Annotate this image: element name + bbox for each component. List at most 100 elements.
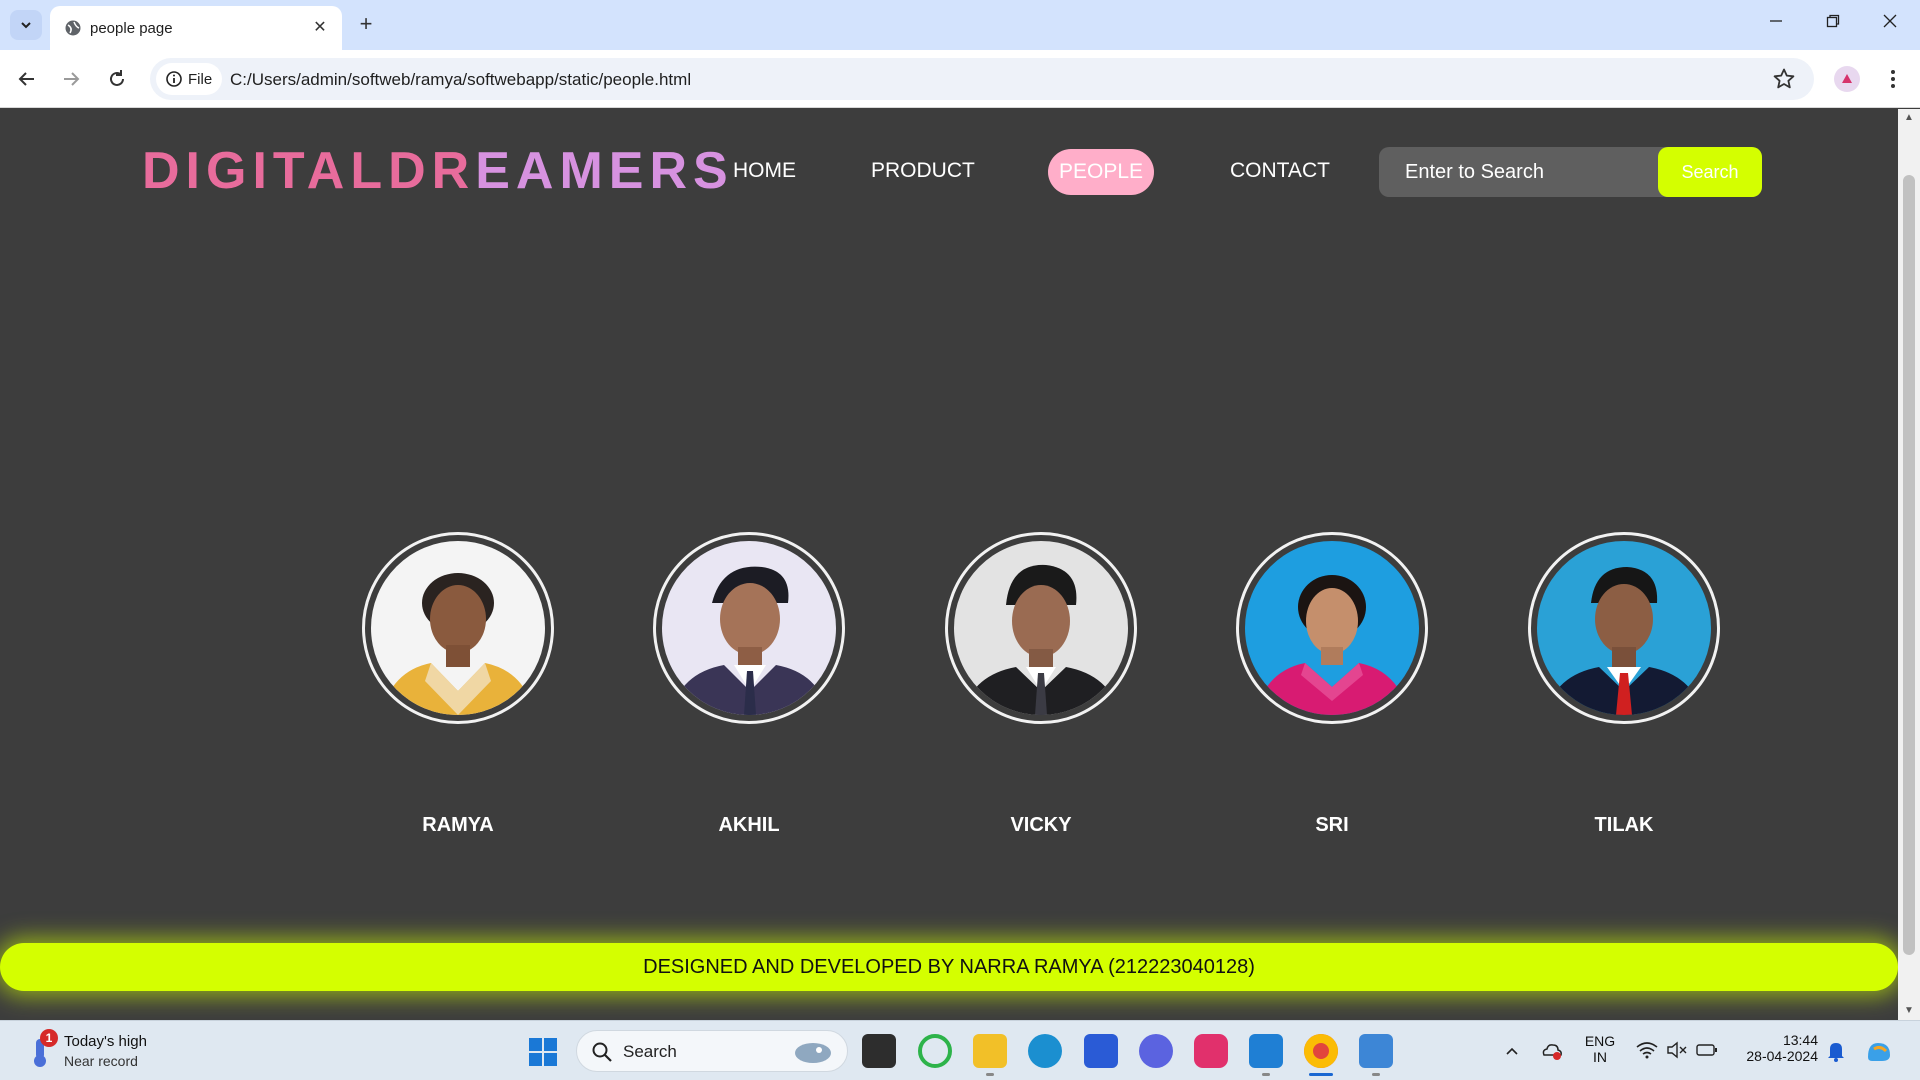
language-line-1: ENG (1584, 1033, 1616, 1049)
avatar-ring (945, 532, 1137, 724)
address-bar[interactable]: File C:/Users/admin/softweb/ramya/softwe… (150, 58, 1814, 100)
avatar (1537, 541, 1711, 715)
site-search: Search (1379, 147, 1762, 197)
scroll-down-arrow[interactable]: ▼ (1898, 1002, 1920, 1020)
browser-toolbar: File C:/Users/admin/softweb/ramya/softwe… (0, 50, 1920, 108)
person-card[interactable]: AKHIL (653, 532, 845, 836)
avatar (954, 541, 1128, 715)
person-card[interactable]: RAMYA (362, 532, 554, 836)
vertical-scrollbar[interactable]: ▲ ▼ (1898, 109, 1920, 1020)
avatar (1245, 541, 1419, 715)
reload-button[interactable] (102, 64, 132, 94)
forward-button[interactable] (56, 64, 86, 94)
task-view-icon[interactable] (862, 1034, 896, 1068)
photos-indicator (1372, 1073, 1380, 1076)
person-name: VICKY (1010, 814, 1072, 836)
clock[interactable]: 13:44 28-04-2024 (1730, 1032, 1818, 1064)
site-logo[interactable]: DIGITALDREAMERS (142, 141, 734, 201)
file-explorer-indicator (986, 1073, 994, 1076)
site-info-chip[interactable]: File (156, 63, 223, 95)
onedrive-error-icon[interactable] (1540, 1041, 1564, 1061)
instagram-icon[interactable] (1194, 1034, 1228, 1068)
back-button[interactable] (12, 64, 42, 94)
close-window-button[interactable] (1870, 8, 1910, 40)
close-icon[interactable]: ✕ (310, 18, 330, 38)
weather-alert-badge: 1 (40, 1029, 58, 1047)
browser-tab[interactable]: people page ✕ (50, 6, 342, 50)
search-icon (592, 1042, 612, 1062)
chevron-up-icon[interactable] (1504, 1043, 1520, 1059)
minimize-icon (1770, 20, 1782, 22)
clock-date: 28-04-2024 (1746, 1048, 1818, 1064)
url-text[interactable]: C:/Users/admin/softweb/ramya/softwebapp/… (230, 70, 691, 90)
search-button[interactable]: Search (1658, 147, 1762, 197)
chevron-down-icon (21, 22, 31, 29)
profile-icon (1842, 74, 1852, 83)
tab-search-button[interactable] (10, 10, 42, 40)
info-icon (166, 71, 182, 87)
file-chip-label: File (188, 70, 213, 88)
restore-button[interactable] (1813, 8, 1853, 40)
new-tab-button[interactable]: + (352, 11, 380, 39)
page-viewport: DIGITALDREAMERS HOME PRODUCT PEOPLE CONT… (0, 109, 1920, 1020)
taskbar-search[interactable]: Search (576, 1030, 848, 1072)
logo-part-eamers: EAMERS (475, 142, 734, 200)
page-footer: DESIGNED AND DEVELOPED BY NARRA RAMYA (2… (0, 943, 1898, 991)
profile-avatar[interactable] (1834, 66, 1860, 92)
tab-title: people page (90, 20, 173, 37)
language-indicator[interactable]: ENG IN (1582, 1033, 1618, 1065)
avatar-ring (1236, 532, 1428, 724)
battery-icon[interactable] (1696, 1042, 1718, 1058)
reload-icon (110, 70, 124, 86)
close-window-icon (1883, 14, 1897, 28)
nav-contact[interactable]: CONTACT (1230, 159, 1330, 183)
scroll-thumb[interactable] (1903, 175, 1915, 955)
avatar-ring (1528, 532, 1720, 724)
bell-icon[interactable] (1826, 1040, 1846, 1062)
scroll-up-arrow[interactable]: ▲ (1898, 109, 1920, 127)
globe-icon (65, 20, 81, 36)
browser-menu-button[interactable] (1880, 64, 1906, 94)
person-name: SRI (1315, 814, 1349, 836)
person-name: AKHIL (718, 814, 780, 836)
arrow-right-icon (64, 72, 80, 86)
nav-product[interactable]: PRODUCT (871, 159, 975, 183)
nav-people[interactable]: PEOPLE (1048, 149, 1154, 195)
vscode-icon[interactable] (1249, 1034, 1283, 1068)
photos-app-icon[interactable] (1359, 1034, 1393, 1068)
windows-start-icon[interactable] (528, 1037, 558, 1067)
search-highlight-icon (795, 1043, 831, 1063)
search-input[interactable] (1379, 147, 1659, 197)
vscode-indicator (1262, 1073, 1270, 1076)
microsoft-store-icon[interactable] (1084, 1034, 1118, 1068)
weather-subtitle: Near record (64, 1053, 138, 1069)
wifi-icon[interactable] (1636, 1041, 1658, 1059)
clock-time: 13:44 (1782, 1032, 1818, 1048)
avatar-ring (653, 532, 845, 724)
person-card[interactable]: SRI (1236, 532, 1428, 836)
person-card[interactable]: TILAK (1528, 532, 1720, 836)
person-name: TILAK (1594, 814, 1654, 836)
chrome-icon[interactable] (1304, 1034, 1338, 1068)
taskbar-search-label: Search (623, 1042, 677, 1061)
nav-home[interactable]: HOME (733, 159, 796, 183)
weather-widget[interactable]: 1 Today's high Near record (26, 1029, 206, 1073)
language-line-2: IN (1593, 1049, 1607, 1065)
windows-taskbar: 1 Today's high Near record Search ENG IN… (0, 1020, 1920, 1080)
logo-part-digital: DIGITAL (142, 142, 389, 200)
person-card[interactable]: VICKY (945, 532, 1137, 836)
logo-part-dr: DR (388, 142, 476, 200)
minimize-button[interactable] (1756, 8, 1796, 40)
copilot-icon[interactable] (1864, 1037, 1894, 1065)
browser-tab-strip: people page ✕ + (0, 0, 1920, 50)
more-vertical-icon (1891, 70, 1895, 88)
refresh-app-icon[interactable] (918, 1034, 952, 1068)
file-explorer-icon[interactable] (973, 1034, 1007, 1068)
person-name: RAMYA (422, 814, 494, 836)
avatar-ring (362, 532, 554, 724)
edge-browser-icon[interactable] (1028, 1034, 1062, 1068)
speaker-muted-icon[interactable] (1666, 1041, 1688, 1059)
avatar (662, 541, 836, 715)
app-icon[interactable] (1139, 1034, 1173, 1068)
star-icon[interactable] (1772, 67, 1796, 91)
